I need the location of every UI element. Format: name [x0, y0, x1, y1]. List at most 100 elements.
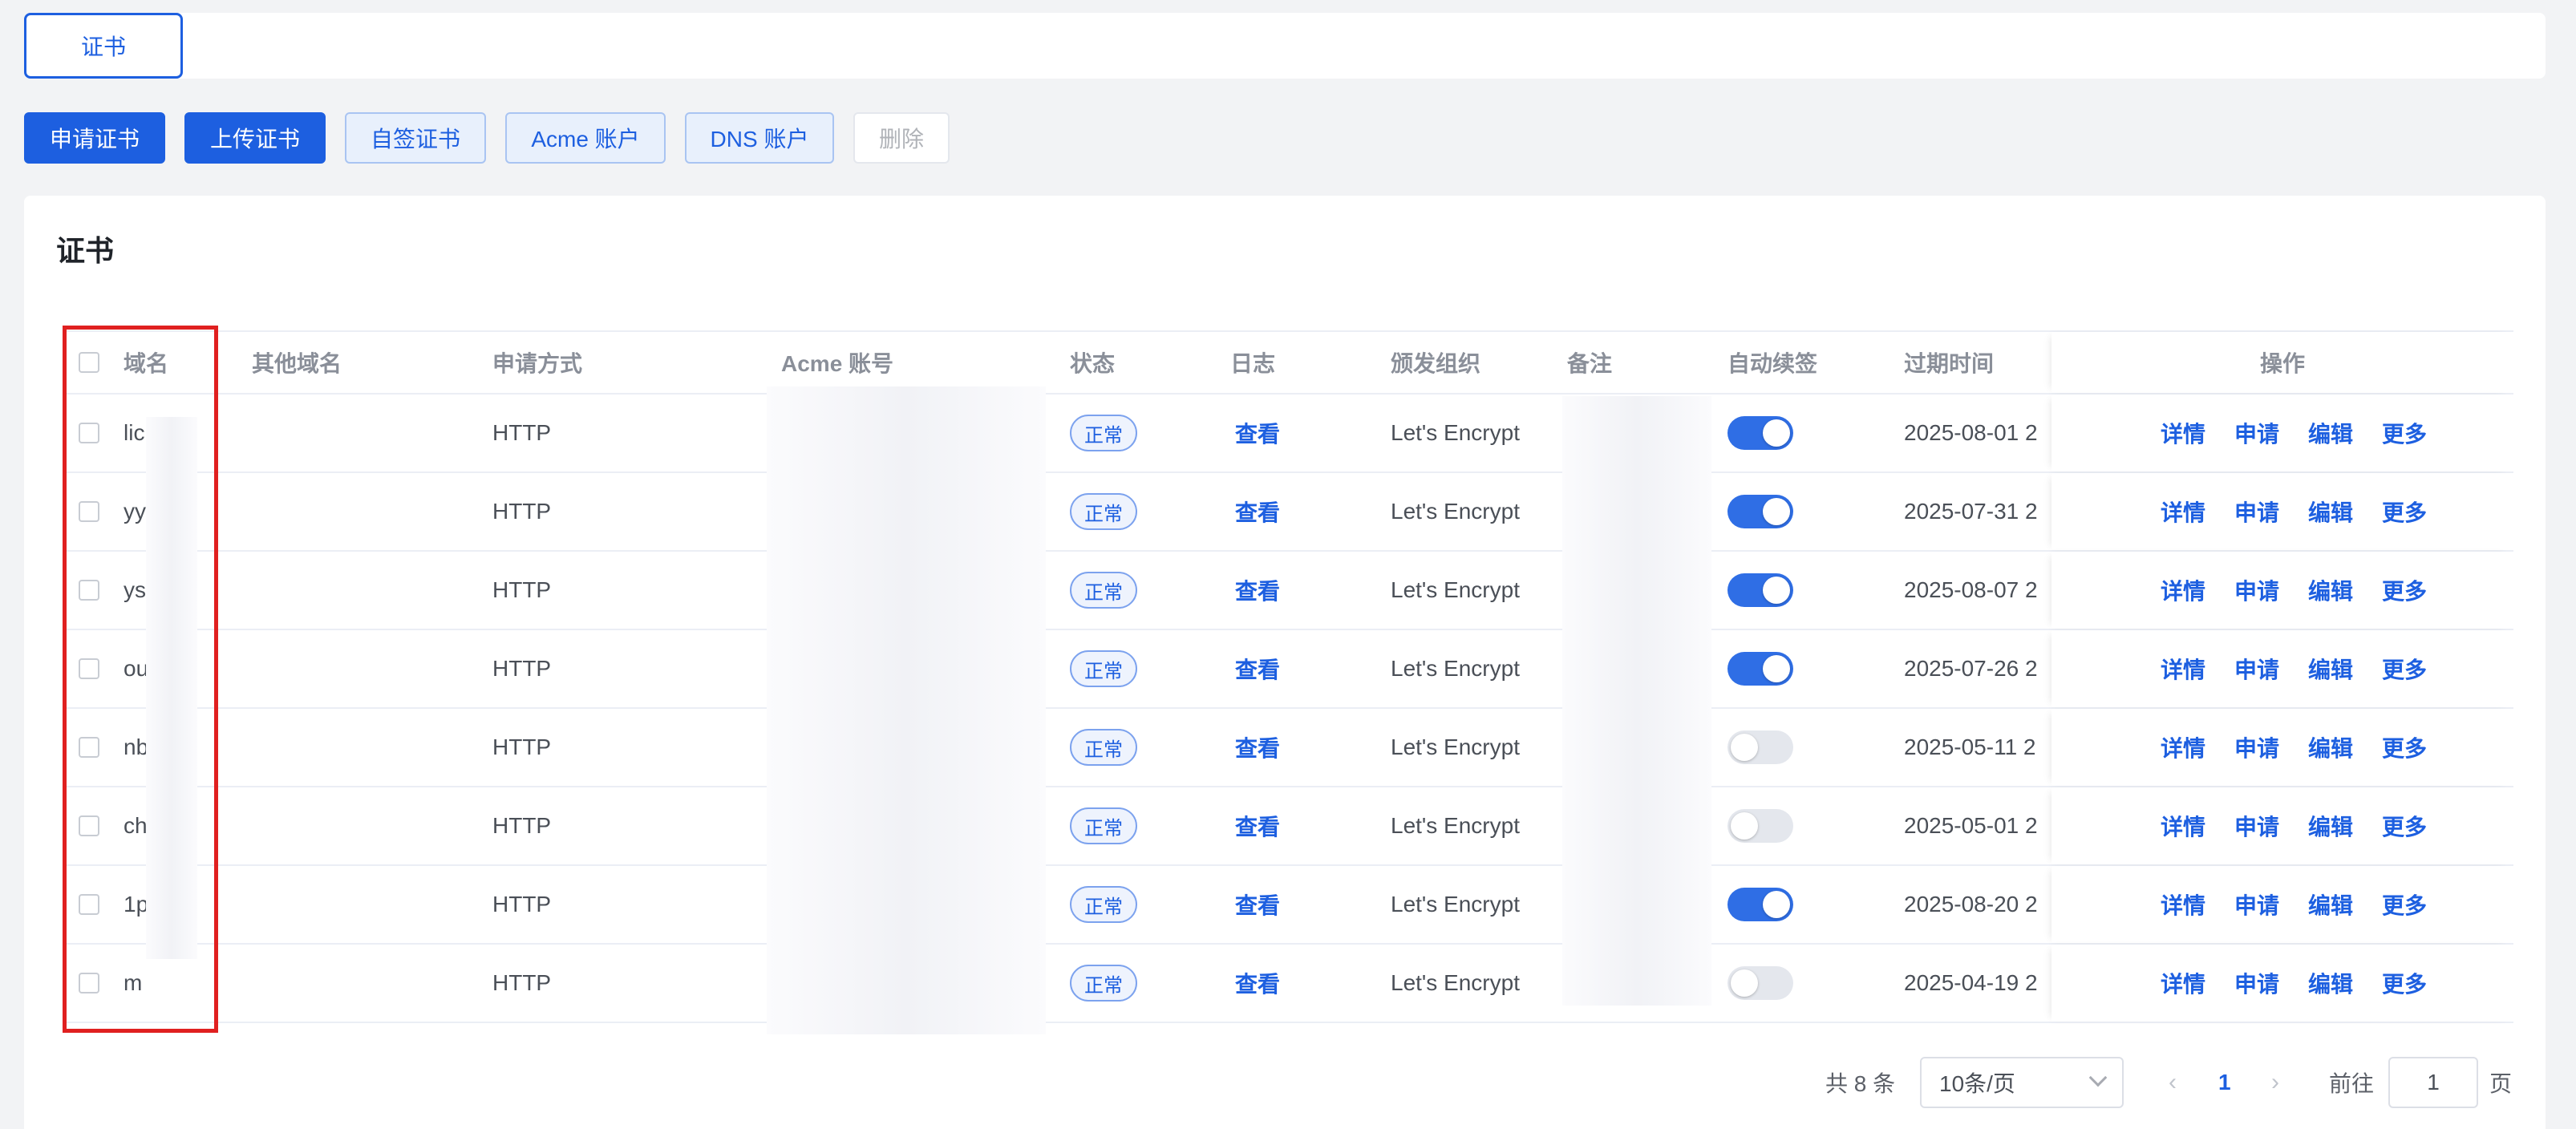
pagination-total: 共 8 条 — [1825, 1071, 1896, 1096]
auto-renew-toggle[interactable] — [1727, 809, 1793, 843]
row-checkbox[interactable] — [79, 709, 99, 786]
page-size-select[interactable]: 10条/页 — [1920, 1057, 2124, 1108]
dns-account-button[interactable]: DNS 账户 — [685, 112, 834, 164]
edit-link[interactable]: 编辑 — [2308, 574, 2353, 606]
detail-link[interactable]: 详情 — [2161, 967, 2205, 999]
more-link[interactable]: 更多 — [2382, 496, 2427, 528]
table-header: 域名 其他域名 申请方式 Acme 账号 状态 日志 颁发组织 备注 自动续签 … — [63, 330, 2513, 395]
auto-renew-toggle[interactable] — [1727, 573, 1793, 607]
table-row: m HTTP 正常 查看 Let's Encrypt 2025-04-19 2 详情 申请 编辑… — [63, 945, 2513, 1023]
row-checkbox[interactable] — [79, 945, 99, 1022]
edit-link[interactable]: 编辑 — [2308, 888, 2353, 921]
apply-link[interactable]: 申请 — [2234, 496, 2279, 528]
view-log-link[interactable]: 查看 — [1235, 395, 1280, 471]
more-link[interactable]: 更多 — [2382, 810, 2427, 842]
view-log-link[interactable]: 查看 — [1235, 787, 1280, 864]
header-expire: 过期时间 — [1904, 351, 1995, 376]
edit-link[interactable]: 编辑 — [2308, 731, 2353, 763]
detail-link[interactable]: 详情 — [2161, 731, 2205, 763]
detail-link[interactable]: 详情 — [2161, 888, 2205, 921]
auto-renew-cell — [1727, 473, 1793, 550]
detail-link[interactable]: 详情 — [2161, 496, 2205, 528]
prev-page-icon[interactable]: ‹ — [2169, 1057, 2177, 1108]
detail-link[interactable]: 详情 — [2161, 417, 2205, 449]
cell-issuer: Let's Encrypt — [1391, 499, 1520, 524]
row-checkbox[interactable] — [79, 866, 99, 943]
status-badge-cell: 正常 — [1070, 552, 1137, 629]
edit-link[interactable]: 编辑 — [2308, 496, 2353, 528]
auto-renew-toggle[interactable] — [1727, 652, 1793, 686]
row-checkbox[interactable] — [79, 787, 99, 864]
apply-link[interactable]: 申请 — [2234, 731, 2279, 763]
apply-link[interactable]: 申请 — [2234, 967, 2279, 999]
self-signed-cert-button[interactable]: 自签证书 — [345, 112, 486, 164]
more-link[interactable]: 更多 — [2382, 731, 2427, 763]
header-actions: 操作 — [2259, 351, 2305, 376]
auto-renew-cell — [1727, 630, 1793, 707]
cell-domain: ch — [124, 813, 148, 838]
view-log-link[interactable]: 查看 — [1235, 473, 1280, 550]
header-domain: 域名 — [124, 351, 169, 376]
table-row: yy HTTP 正常 查看 Let's Encrypt 2025-07-31 2 详情 申请编… — [63, 473, 2513, 552]
auto-renew-toggle[interactable] — [1727, 966, 1793, 1000]
cell-issuer: Let's Encrypt — [1391, 656, 1520, 681]
acme-account-button[interactable]: Acme 账户 — [505, 112, 666, 164]
upload-cert-button[interactable]: 上传证书 — [184, 112, 326, 164]
edit-link[interactable]: 编辑 — [2308, 967, 2353, 999]
row-checkbox[interactable] — [79, 473, 99, 550]
cell-apply-method: HTTP — [492, 656, 552, 681]
edit-link[interactable]: 编辑 — [2308, 810, 2353, 842]
cell-apply-method: HTTP — [492, 970, 552, 995]
more-link[interactable]: 更多 — [2382, 967, 2427, 999]
next-page-icon[interactable]: › — [2271, 1057, 2279, 1108]
row-actions: 详情 申请 编辑 更多 — [2051, 866, 2513, 943]
header-auto-renew: 自动续签 — [1727, 351, 1818, 376]
cell-issuer: Let's Encrypt — [1391, 734, 1520, 759]
table-row: ys HTTP 正常 查看 Let's Encrypt 2025-08-07 2 详情 申请编… — [63, 552, 2513, 630]
detail-link[interactable]: 详情 — [2161, 810, 2205, 842]
auto-renew-toggle[interactable] — [1727, 730, 1793, 764]
apply-link[interactable]: 申请 — [2234, 810, 2279, 842]
header-other-domains: 其他域名 — [252, 351, 342, 376]
view-log-link[interactable]: 查看 — [1235, 552, 1280, 629]
view-log-link[interactable]: 查看 — [1235, 866, 1280, 943]
more-link[interactable]: 更多 — [2382, 417, 2427, 449]
view-log-link[interactable]: 查看 — [1235, 709, 1280, 786]
cell-apply-method: HTTP — [492, 420, 552, 445]
apply-link[interactable]: 申请 — [2234, 653, 2279, 685]
apply-link[interactable]: 申请 — [2234, 888, 2279, 921]
status-badge-cell: 正常 — [1070, 395, 1137, 471]
view-log-link[interactable]: 查看 — [1235, 945, 1280, 1022]
row-actions: 详情 申请 编辑 更多 — [2051, 787, 2513, 864]
page-suffix: 页 — [2489, 1071, 2513, 1096]
cell-issuer: Let's Encrypt — [1391, 892, 1520, 917]
redacted-domain — [146, 417, 197, 959]
apply-cert-button[interactable]: 申请证书 — [24, 112, 165, 164]
cell-apply-method: HTTP — [492, 813, 552, 838]
cell-issuer: Let's Encrypt — [1391, 420, 1520, 445]
edit-link[interactable]: 编辑 — [2308, 417, 2353, 449]
delete-button[interactable]: 删除 — [853, 112, 950, 164]
more-link[interactable]: 更多 — [2382, 653, 2427, 685]
auto-renew-cell — [1727, 866, 1793, 943]
detail-link[interactable]: 详情 — [2161, 574, 2205, 606]
row-checkbox[interactable] — [79, 630, 99, 707]
tab-certificates[interactable]: 证书 — [24, 13, 183, 79]
auto-renew-toggle[interactable] — [1727, 888, 1793, 921]
current-page[interactable]: 1 — [2218, 1057, 2231, 1108]
header-log: 日志 — [1230, 351, 1276, 376]
more-link[interactable]: 更多 — [2382, 574, 2427, 606]
more-link[interactable]: 更多 — [2382, 888, 2427, 921]
goto-page-input[interactable]: 1 — [2388, 1057, 2478, 1108]
detail-link[interactable]: 详情 — [2161, 653, 2205, 685]
certificate-table: 域名 其他域名 申请方式 Acme 账号 状态 日志 颁发组织 备注 自动续签 … — [63, 330, 2513, 1023]
select-all-checkbox[interactable] — [79, 332, 99, 393]
auto-renew-toggle[interactable] — [1727, 416, 1793, 450]
edit-link[interactable]: 编辑 — [2308, 653, 2353, 685]
auto-renew-toggle[interactable] — [1727, 495, 1793, 528]
apply-link[interactable]: 申请 — [2234, 574, 2279, 606]
apply-link[interactable]: 申请 — [2234, 417, 2279, 449]
row-checkbox[interactable] — [79, 395, 99, 471]
row-checkbox[interactable] — [79, 552, 99, 629]
view-log-link[interactable]: 查看 — [1235, 630, 1280, 707]
